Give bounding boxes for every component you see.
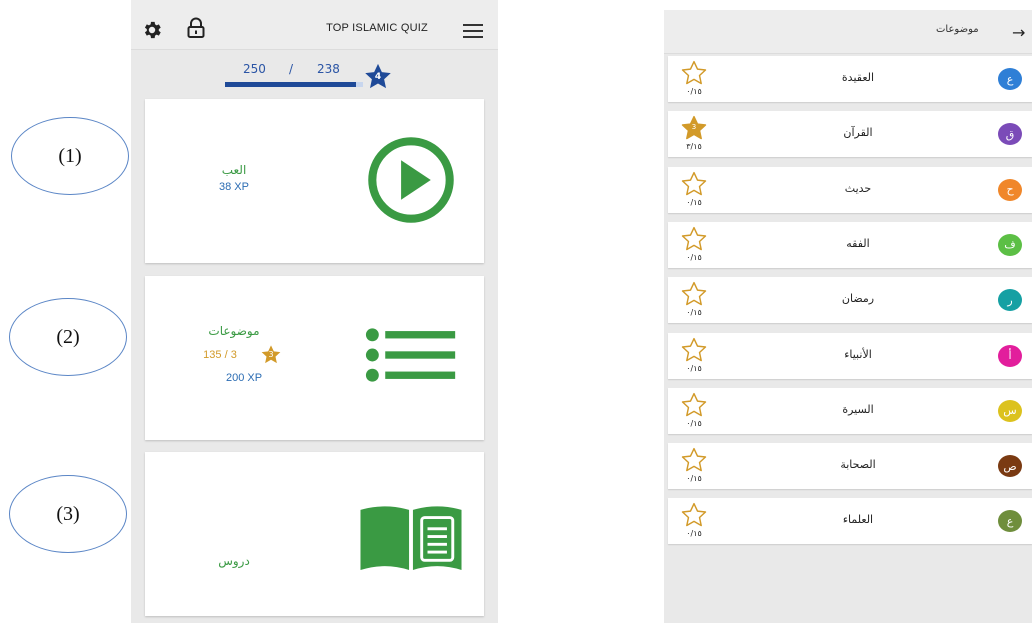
play-icon[interactable] [364,135,458,225]
app-header: TOP ISLAMIC QUIZ [131,0,498,50]
topic-score: ٠/١٥ [686,308,702,318]
topic-letter-badge: ع [998,68,1022,90]
topic-name: السيرة [842,402,874,416]
topic-score: ٠/١٥ [686,197,702,207]
topics-card[interactable]: موضوعات 135 / 3 3 200 XP [145,276,484,440]
list-icon[interactable] [365,326,457,384]
star-icon [681,503,707,527]
topics-xp: 200 XP [225,372,263,384]
annotation-3: (3) [9,475,127,553]
xp-progress-bar [225,82,363,87]
star-icon [681,226,707,251]
home-screen: TOP ISLAMIC QUIZ 250 / 238 4 العب 38 XP … [131,0,498,623]
topic-letter-badge: ع [998,510,1022,533]
topic-name: حديث [844,181,872,195]
star-icon [681,60,707,85]
topic-score: ٠/١٥ [686,529,702,539]
topic-letter-badge: ف [998,233,1022,256]
topic-score: ٠/١٥ [686,252,702,262]
topic-name: العلماء [842,513,874,527]
topic-name: الصحابة [840,458,876,472]
topic-row[interactable]: ٠/١٥ الصحابة ص [668,443,1032,490]
topic-letter-badge: س [998,399,1022,422]
play-card[interactable]: العب 38 XP [145,99,484,263]
topic-score: ٠/١٥ [686,418,702,428]
star-icon [681,448,707,472]
app-title: TOP ISLAMIC QUIZ [326,22,428,34]
topics-label: موضوعات [208,324,260,338]
topic-row[interactable]: ٠/١٥ الأنبياء أ [668,332,1032,379]
topic-row[interactable]: 3 ٣/١٥ القرآن ق [668,111,1032,158]
topic-name: القرآن [843,126,873,140]
topic-letter-badge: ر [998,289,1022,312]
topic-row[interactable]: ٠/١٥ السيرة س [668,387,1032,434]
xp-progress-fill [225,82,357,87]
annotation-2: (2) [9,298,127,376]
play-label: العب [221,163,247,177]
topics-progress: 135 / 3 [203,349,237,361]
topic-row[interactable]: ٠/١٥ حديث ح [668,166,1032,213]
topic-letter-badge: أ [998,344,1022,367]
topic-score: ٠/١٥ [686,363,702,373]
xp-current: 238 [317,62,340,76]
topic-row[interactable]: ٠/١٥ العلماء ع [668,498,1032,545]
star-icon [681,171,707,195]
level-number: 4 [374,72,382,82]
topic-row[interactable]: ٠/١٥ رمضان ر [668,277,1032,324]
lessons-label: دروس [218,554,250,568]
topics-header: موضوعات → [664,10,1032,54]
topic-score: ٣/١٥ [686,142,702,152]
book-icon[interactable] [357,504,465,572]
topic-name: الأنبياء [844,347,872,361]
star-icon [681,392,707,417]
arrow-right-icon[interactable]: → [1012,23,1025,42]
topic-row[interactable]: ٠/١٥ العقيدة ع [668,56,1032,102]
star-count: 3 [691,123,697,132]
star-icon [681,337,707,361]
topic-score: ٠/١٥ [686,474,702,484]
xp-goal: 250 [243,62,266,76]
topics-star-count: 3 [268,350,274,359]
play-xp: 38 XP [219,181,249,193]
topic-row[interactable]: ٠/١٥ الفقه ف [668,221,1032,268]
lessons-card[interactable]: دروس [145,452,484,616]
topic-letter-badge: ق [998,123,1022,146]
annotation-1: (1) [11,117,129,195]
topic-name: العقيدة [841,71,875,84]
topic-score: ٠/١٥ [686,87,702,96]
xp-separator: / [289,62,294,76]
topic-name: الفقه [846,236,870,250]
hamburger-menu-icon[interactable] [463,24,483,38]
topic-letter-badge: ص [998,455,1022,478]
lock-icon[interactable] [186,17,206,39]
star-icon [681,282,707,306]
topic-name: رمضان [841,292,875,306]
gear-icon[interactable] [141,19,163,41]
topics-screen: موضوعات → ٠/١٥ العقيدة ع 3 ٣/١٥ القرآن ق ٠/١٥ حد… [664,10,1032,623]
topic-letter-badge: ح [998,178,1022,201]
topics-screen-title: موضوعات [936,24,979,35]
